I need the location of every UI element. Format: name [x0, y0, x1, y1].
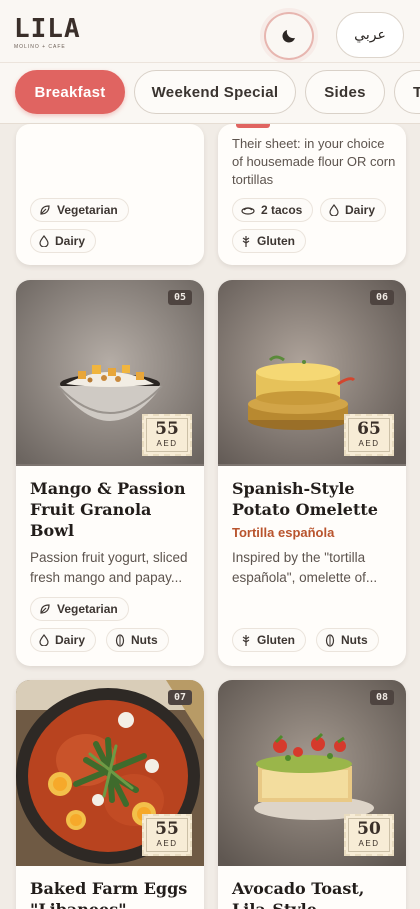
- menu-item-card[interactable]: Vegetarian Dairy: [16, 124, 204, 265]
- price-currency: AED: [156, 839, 178, 848]
- tag-chip: 2 tacos: [232, 198, 314, 222]
- item-number-badge: 08: [370, 690, 394, 705]
- wheat-icon: [241, 634, 251, 647]
- item-subtitle: Tortilla española: [232, 525, 335, 540]
- price-value: 65: [357, 419, 381, 439]
- price-stamp: 65 AED: [344, 414, 394, 456]
- price-currency: AED: [156, 439, 178, 448]
- tab-weekend-special[interactable]: Weekend Special: [134, 70, 296, 114]
- nut-icon: [325, 633, 335, 647]
- theme-toggle-button[interactable]: [264, 12, 314, 60]
- price-value: 55: [155, 419, 179, 439]
- drop-icon: [39, 235, 49, 247]
- item-title: Baked Farm Eggs "Libanees": [30, 879, 188, 909]
- tag-chip: Dairy: [30, 628, 97, 652]
- item-number-badge: 05: [168, 290, 192, 305]
- price-stamp: 50 AED: [344, 814, 394, 856]
- language-toggle-button[interactable]: عربي: [336, 12, 404, 58]
- wheat-icon: [241, 235, 251, 248]
- category-tabs: Breakfast Weekend Special Sides T: [0, 62, 420, 124]
- price-value: 55: [155, 819, 179, 839]
- tag-chip: Vegetarian: [30, 597, 129, 621]
- tag-chip: Nuts: [106, 628, 169, 652]
- price-stamp: 55 AED: [142, 814, 192, 856]
- price-currency: AED: [358, 439, 380, 448]
- highlight-marker: [236, 124, 270, 128]
- leaf-icon: [39, 603, 51, 615]
- price-currency: AED: [358, 839, 380, 848]
- tag-chip: Gluten: [232, 229, 306, 253]
- tag-chip: Gluten: [232, 628, 306, 652]
- item-number-badge: 07: [168, 690, 192, 705]
- menu-item-card[interactable]: 08 50 AED Avocado Toast, Lila-Style: [218, 680, 406, 909]
- menu-item-card[interactable]: Their sheet: in your choice of housemade…: [218, 124, 406, 265]
- item-title: Avocado Toast, Lila-Style: [232, 879, 365, 909]
- tag-chip: Vegetarian: [30, 198, 129, 222]
- menu-item-card[interactable]: 07 55 AED Baked Farm Eggs "Libanees": [16, 680, 204, 909]
- item-description: Inspired by the "tortilla española", ome…: [232, 550, 378, 585]
- item-description: Passion fruit yogurt, sliced fresh mango…: [30, 550, 188, 585]
- price-stamp: 55 AED: [142, 414, 192, 456]
- item-title: Spanish-Style Potato Omelette: [232, 479, 378, 519]
- tag-chip: Dairy: [30, 229, 97, 253]
- nut-icon: [115, 633, 125, 647]
- leaf-icon: [39, 204, 51, 216]
- logo-text: LILA: [14, 14, 81, 44]
- menu-item-card[interactable]: 05 55 AED Mango & Passion Fruit Granola …: [16, 280, 204, 666]
- price-value: 50: [357, 819, 381, 839]
- plate-icon: [241, 205, 255, 215]
- moon-icon: [282, 30, 295, 43]
- item-title: Mango & Passion Fruit Granola Bowl: [30, 479, 186, 540]
- tag-chip: Nuts: [316, 628, 379, 652]
- tag-chip: Dairy: [320, 198, 387, 222]
- item-number-badge: 06: [370, 290, 394, 305]
- tab-sides[interactable]: Sides: [305, 70, 385, 114]
- tab-breakfast[interactable]: Breakfast: [15, 70, 125, 114]
- drop-icon: [329, 204, 339, 216]
- logo[interactable]: LILA MOLINO + CAFE: [14, 14, 81, 56]
- tab-next[interactable]: T: [394, 70, 420, 114]
- drop-icon: [39, 634, 49, 646]
- app-header: LILA MOLINO + CAFE عربي: [0, 0, 420, 70]
- logo-subtitle: MOLINO + CAFE: [14, 44, 66, 50]
- item-description: Their sheet: in your choice of housemade…: [232, 136, 396, 187]
- menu-item-card[interactable]: 06 65 AED Spanish-Style Potato Omelette …: [218, 280, 406, 666]
